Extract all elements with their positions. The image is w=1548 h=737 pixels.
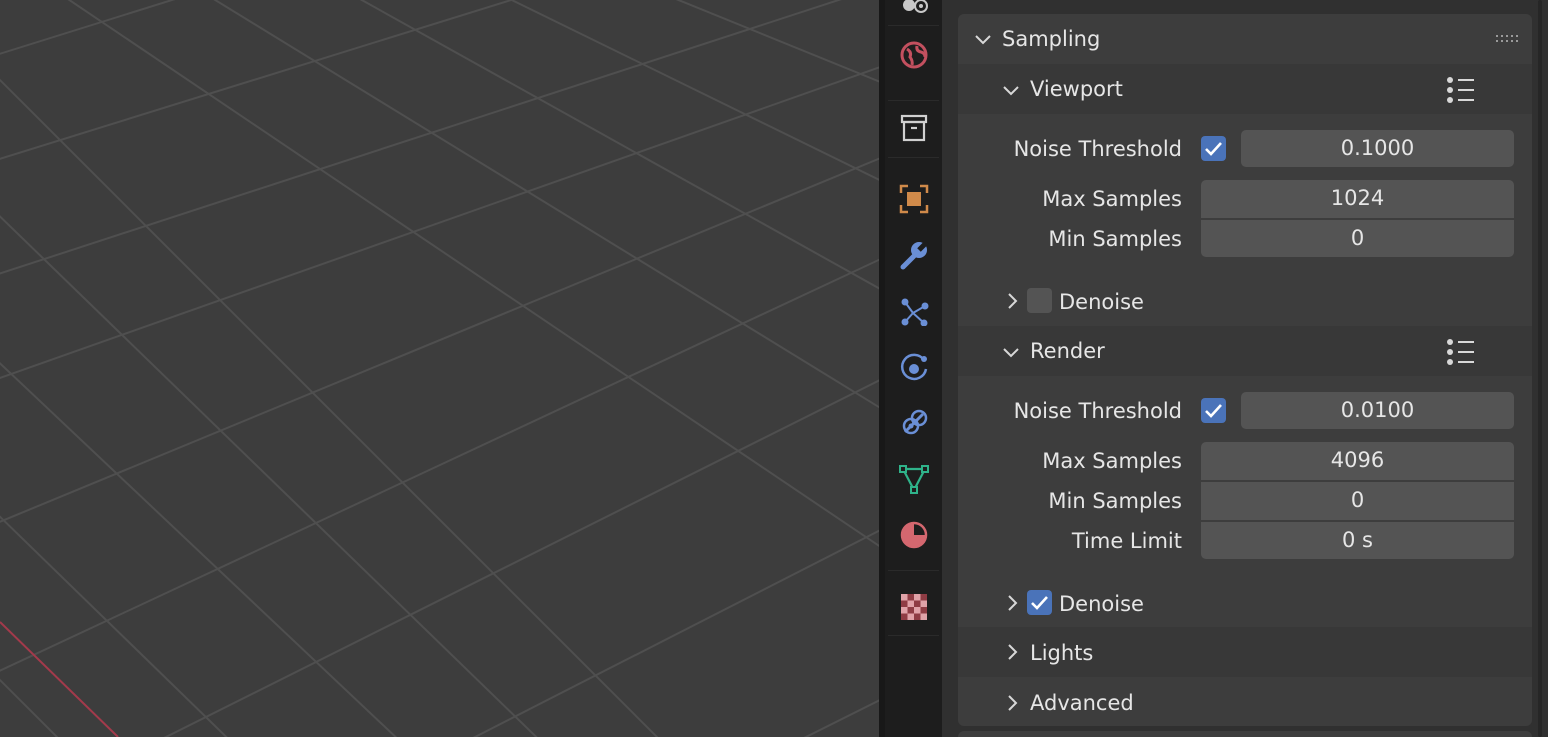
advanced-label: Advanced xyxy=(1030,691,1134,715)
chevron-right-icon xyxy=(1008,695,1018,711)
material-icon xyxy=(900,521,927,549)
chevron-right-icon xyxy=(1008,644,1018,660)
viewport-noise-threshold-label: Noise Threshold xyxy=(1013,137,1182,161)
checkmark-icon xyxy=(1205,404,1222,418)
viewport-max-samples-field[interactable]: 1024 xyxy=(1201,180,1514,218)
scene-icon xyxy=(902,0,928,13)
viewport-noise-threshold-checkbox[interactable] xyxy=(1201,136,1226,161)
viewport-denoise-label: Denoise xyxy=(1059,290,1144,314)
viewport-subpanel-header[interactable]: Viewport xyxy=(958,64,1532,114)
tab-object-data[interactable] xyxy=(885,460,942,498)
properties-editor: Sampling Viewport Noise Threshold 0.1000… xyxy=(942,0,1548,737)
physics-icon xyxy=(900,353,927,381)
sampling-title: Sampling xyxy=(1002,27,1101,51)
tab-world[interactable] xyxy=(885,36,942,74)
next-panel xyxy=(958,731,1532,737)
lights-label: Lights xyxy=(1030,641,1094,665)
lights-subpanel-header[interactable]: Lights xyxy=(958,627,1532,677)
object-icon xyxy=(899,184,928,214)
particles-icon xyxy=(901,298,928,326)
tab-physics[interactable] xyxy=(885,348,942,386)
checkmark-icon xyxy=(1031,596,1048,610)
collection-icon xyxy=(900,114,927,142)
chevron-down-icon xyxy=(975,35,991,45)
scrollbar[interactable] xyxy=(1538,0,1542,737)
viewport-grid xyxy=(0,0,879,737)
render-denoise-checkbox[interactable] xyxy=(1027,590,1052,615)
tab-constraints[interactable] xyxy=(885,404,942,442)
tab-particles[interactable] xyxy=(885,292,942,330)
render-denoise-label: Denoise xyxy=(1059,592,1144,616)
tab-scene[interactable] xyxy=(885,0,942,22)
render-noise-threshold-field[interactable]: 0.0100 xyxy=(1241,392,1514,429)
render-noise-threshold-label: Noise Threshold xyxy=(1013,399,1182,423)
3d-viewport[interactable] xyxy=(0,0,879,737)
chevron-right-icon xyxy=(1008,293,1018,309)
presets-menu-icon[interactable] xyxy=(1446,76,1476,104)
advanced-subpanel-header[interactable]: Advanced xyxy=(958,677,1532,725)
properties-tab-strip xyxy=(885,0,942,737)
render-max-samples-field[interactable]: 4096 xyxy=(1201,442,1514,480)
render-max-samples-label: Max Samples xyxy=(1042,449,1182,473)
render-subpanel-header[interactable]: Render xyxy=(958,326,1532,376)
viewport-title: Viewport xyxy=(1030,77,1123,101)
object-data-icon xyxy=(898,465,929,494)
sampling-panel: Sampling Viewport Noise Threshold 0.1000… xyxy=(958,14,1532,726)
presets-menu-icon[interactable] xyxy=(1446,338,1476,366)
chevron-down-icon xyxy=(1003,348,1019,358)
chevron-down-icon xyxy=(1003,86,1019,96)
render-title: Render xyxy=(1030,339,1105,363)
tab-material[interactable] xyxy=(885,516,942,554)
tab-collection[interactable] xyxy=(885,108,942,148)
viewport-min-samples-field[interactable]: 0 xyxy=(1201,220,1514,257)
chevron-right-icon xyxy=(1008,595,1018,611)
render-min-samples-label: Min Samples xyxy=(1048,489,1182,513)
checkmark-icon xyxy=(1205,142,1222,156)
tab-texture[interactable] xyxy=(885,588,942,626)
viewport-min-samples-label: Min Samples xyxy=(1048,227,1182,251)
render-time-limit-field[interactable]: 0 s xyxy=(1201,522,1514,559)
render-min-samples-field[interactable]: 0 xyxy=(1201,482,1514,520)
drag-grip-icon[interactable] xyxy=(1496,34,1520,44)
modifier-icon xyxy=(900,240,929,270)
render-time-limit-label: Time Limit xyxy=(1071,529,1182,553)
viewport-noise-threshold-field[interactable]: 0.1000 xyxy=(1241,130,1514,167)
viewport-max-samples-label: Max Samples xyxy=(1042,187,1182,211)
viewport-denoise-subpanel-header[interactable]: Denoise xyxy=(958,276,1532,324)
sampling-header[interactable]: Sampling xyxy=(958,14,1532,64)
render-noise-threshold-checkbox[interactable] xyxy=(1201,398,1226,423)
texture-icon xyxy=(900,594,927,620)
constraints-icon xyxy=(902,409,927,435)
tab-modifiers[interactable] xyxy=(885,236,942,274)
viewport-denoise-checkbox[interactable] xyxy=(1027,288,1052,313)
tab-object[interactable] xyxy=(885,180,942,218)
render-denoise-subpanel-header[interactable]: Denoise xyxy=(958,578,1532,626)
world-icon xyxy=(900,41,927,69)
